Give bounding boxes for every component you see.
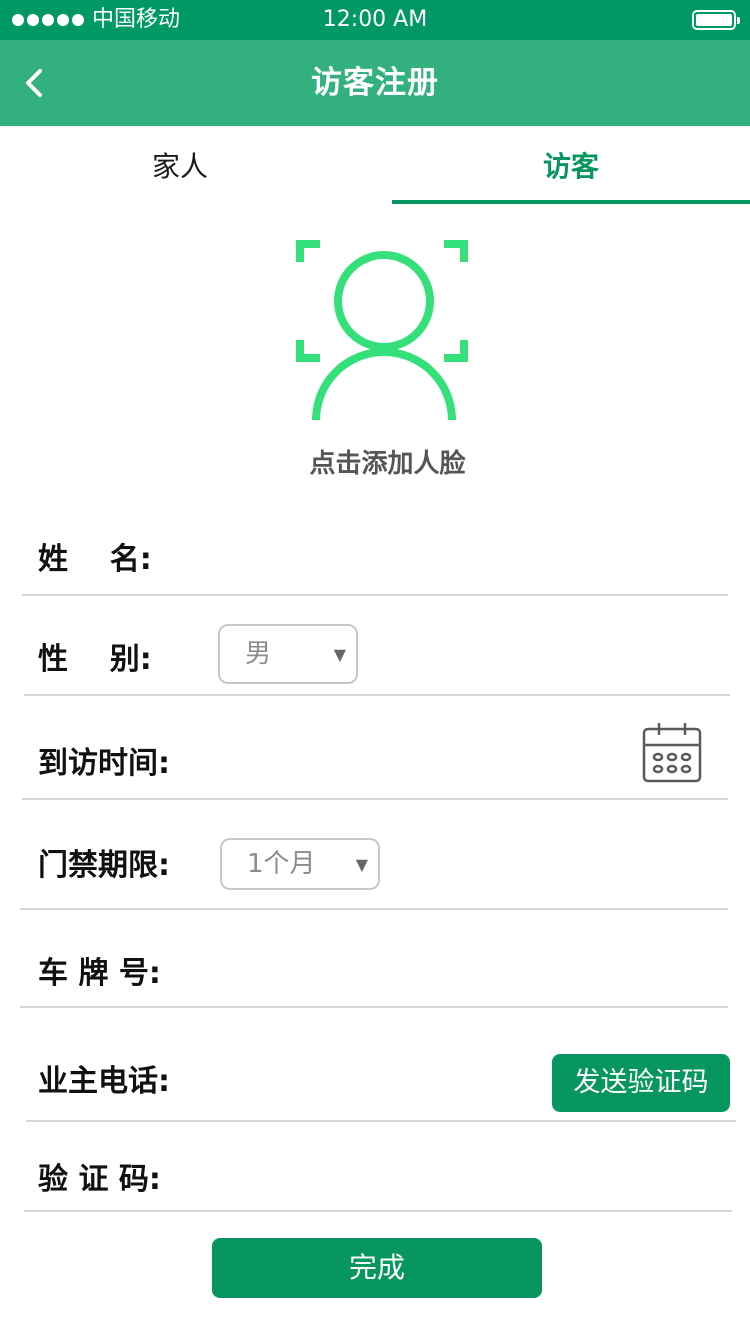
calendar-icon [642, 723, 702, 783]
owner-phone-input[interactable] [190, 1054, 540, 1110]
add-face-label[interactable]: 点击添加人脸 [0, 446, 750, 482]
calendar-button[interactable] [640, 720, 704, 786]
divider [24, 1210, 732, 1212]
visit-time-label: 到访时间: [38, 746, 170, 781]
name-input[interactable] [180, 532, 728, 588]
tab-family[interactable]: 家人 [0, 126, 360, 204]
tab-bar: 家人 访客 [0, 126, 750, 204]
divider [26, 1120, 736, 1122]
name-label: 姓 名: [38, 542, 152, 577]
plate-input[interactable] [190, 946, 728, 1002]
add-face-button[interactable] [296, 240, 468, 422]
tab-visitor[interactable]: 访客 [392, 126, 750, 204]
nav-bar: 访客注册 [0, 40, 750, 126]
gender-label: 性 别: [38, 642, 152, 677]
page-title: 访客注册 [311, 65, 439, 101]
code-input[interactable] [190, 1152, 730, 1208]
face-scan-icon [296, 240, 468, 421]
gender-select[interactable]: 男 ▼ [218, 624, 358, 684]
divider [22, 594, 728, 596]
dropdown-arrow-icon: ▼ [355, 855, 368, 874]
code-label: 验 证 码: [38, 1162, 161, 1197]
access-period-label: 门禁期限: [38, 848, 170, 883]
send-code-button[interactable]: 发送验证码 [552, 1054, 730, 1112]
divider [20, 908, 728, 910]
status-bar: 中国移动 12:00 AM [0, 0, 750, 40]
divider [20, 1006, 728, 1008]
visit-time-input[interactable] [190, 736, 620, 792]
gender-value: 男 [245, 639, 272, 669]
submit-button[interactable]: 完成 [212, 1238, 542, 1298]
plate-label: 车 牌 号: [38, 956, 161, 991]
owner-phone-label: 业主电话: [38, 1064, 170, 1099]
battery-icon [692, 10, 740, 30]
access-period-select[interactable]: 1个月 ▼ [220, 838, 380, 890]
access-period-value: 1个月 [247, 849, 316, 879]
status-time: 12:00 AM [322, 7, 428, 32]
divider [22, 798, 728, 800]
dropdown-arrow-icon: ▼ [333, 645, 346, 664]
active-tab-indicator [392, 200, 750, 204]
divider [24, 694, 730, 696]
